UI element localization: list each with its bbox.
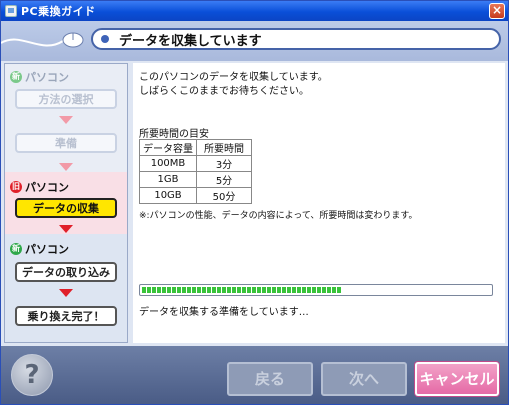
intro-line-1: このパソコンのデータを収集しています。 [139,72,328,83]
step-arrow-icon [59,163,73,171]
content-panel: このパソコンのデータを収集しています。 しばらくこのままでお待ちください。 所要… [133,63,505,343]
window-title: PC乗換ガイド [21,5,96,18]
app-icon [5,5,17,17]
step-import-data: データの取り込み [15,262,117,282]
step-arrow-icon [59,289,73,297]
next-button[interactable]: 次へ [321,362,407,396]
step-collect-data: データの収集 [15,198,117,218]
page-header: データを収集しています [1,21,508,61]
step-arrow-icon [59,116,73,124]
cancel-button[interactable]: キャンセル [415,362,499,396]
table-row: 100MB 3分 [139,155,252,172]
table-cell: 50分 [196,187,252,204]
table-header-row: データ容量 所要時間 [139,139,252,156]
progress-fill [142,287,342,293]
column-header: データ容量 [139,139,197,156]
title-bar: PC乗換ガイド × [1,1,508,21]
close-button[interactable]: × [489,3,505,19]
sidebar-section-old-pc: 旧 パソコン データの収集 [5,172,127,234]
step-sidebar: 新 パソコン 方法の選択 準備 旧 パソコン データの収集 新 パソコン データ… [4,63,128,343]
step-method-select: 方法の選択 [15,89,117,109]
section-label: パソコン [25,71,69,84]
step-prepare: 準備 [15,133,117,153]
bullet-icon [101,35,109,43]
section-label: パソコン [25,243,69,256]
intro-line-2: しばらくこのままでお待ちください。 [139,86,309,97]
time-guide-table: データ容量 所要時間 100MB 3分 1GB 5分 10GB 50分 [139,139,252,204]
section-label: パソコン [25,181,69,194]
help-button[interactable]: ? [11,354,53,396]
table-cell: 1GB [139,171,197,188]
time-guide-title: 所要時間の目安 [139,129,209,140]
section-heading: 新 パソコン [10,69,69,85]
header-title-box: データを収集しています [91,28,501,50]
new-badge-icon: 新 [10,243,22,255]
intro-text: このパソコンのデータを収集しています。 しばらくこのままでお待ちください。 [139,71,328,99]
table-cell: 3分 [196,155,252,172]
sidebar-section-new-pc-2: 新 パソコン データの取り込み 乗り換え完了！ [5,234,127,342]
progress-bar [139,284,493,296]
old-badge-icon: 旧 [10,181,22,193]
time-note: ※:パソコンの性能、データの内容によって、所要時間は変わります。 [139,211,418,221]
page-title: データを収集しています [119,33,262,49]
column-header: 所要時間 [196,139,252,156]
section-heading: 旧 パソコン [10,179,69,195]
table-cell: 10GB [139,187,197,204]
installer-window: PC乗換ガイド × データを収集しています 新 パソコン 方法の選択 準備 旧 [0,0,509,405]
table-cell: 100MB [139,155,197,172]
sidebar-section-new-pc: 新 パソコン 方法の選択 準備 [5,64,127,172]
step-complete: 乗り換え完了！ [15,306,117,326]
table-cell: 5分 [196,171,252,188]
footer-bar: ? 戻る 次へ キャンセル [1,346,508,404]
status-text: データを収集する準備をしています… [139,307,309,318]
table-row: 10GB 50分 [139,187,252,204]
section-heading: 新 パソコン [10,241,69,257]
back-button[interactable]: 戻る [227,362,313,396]
step-arrow-icon [59,225,73,233]
table-row: 1GB 5分 [139,171,252,188]
new-badge-icon: 新 [10,71,22,83]
